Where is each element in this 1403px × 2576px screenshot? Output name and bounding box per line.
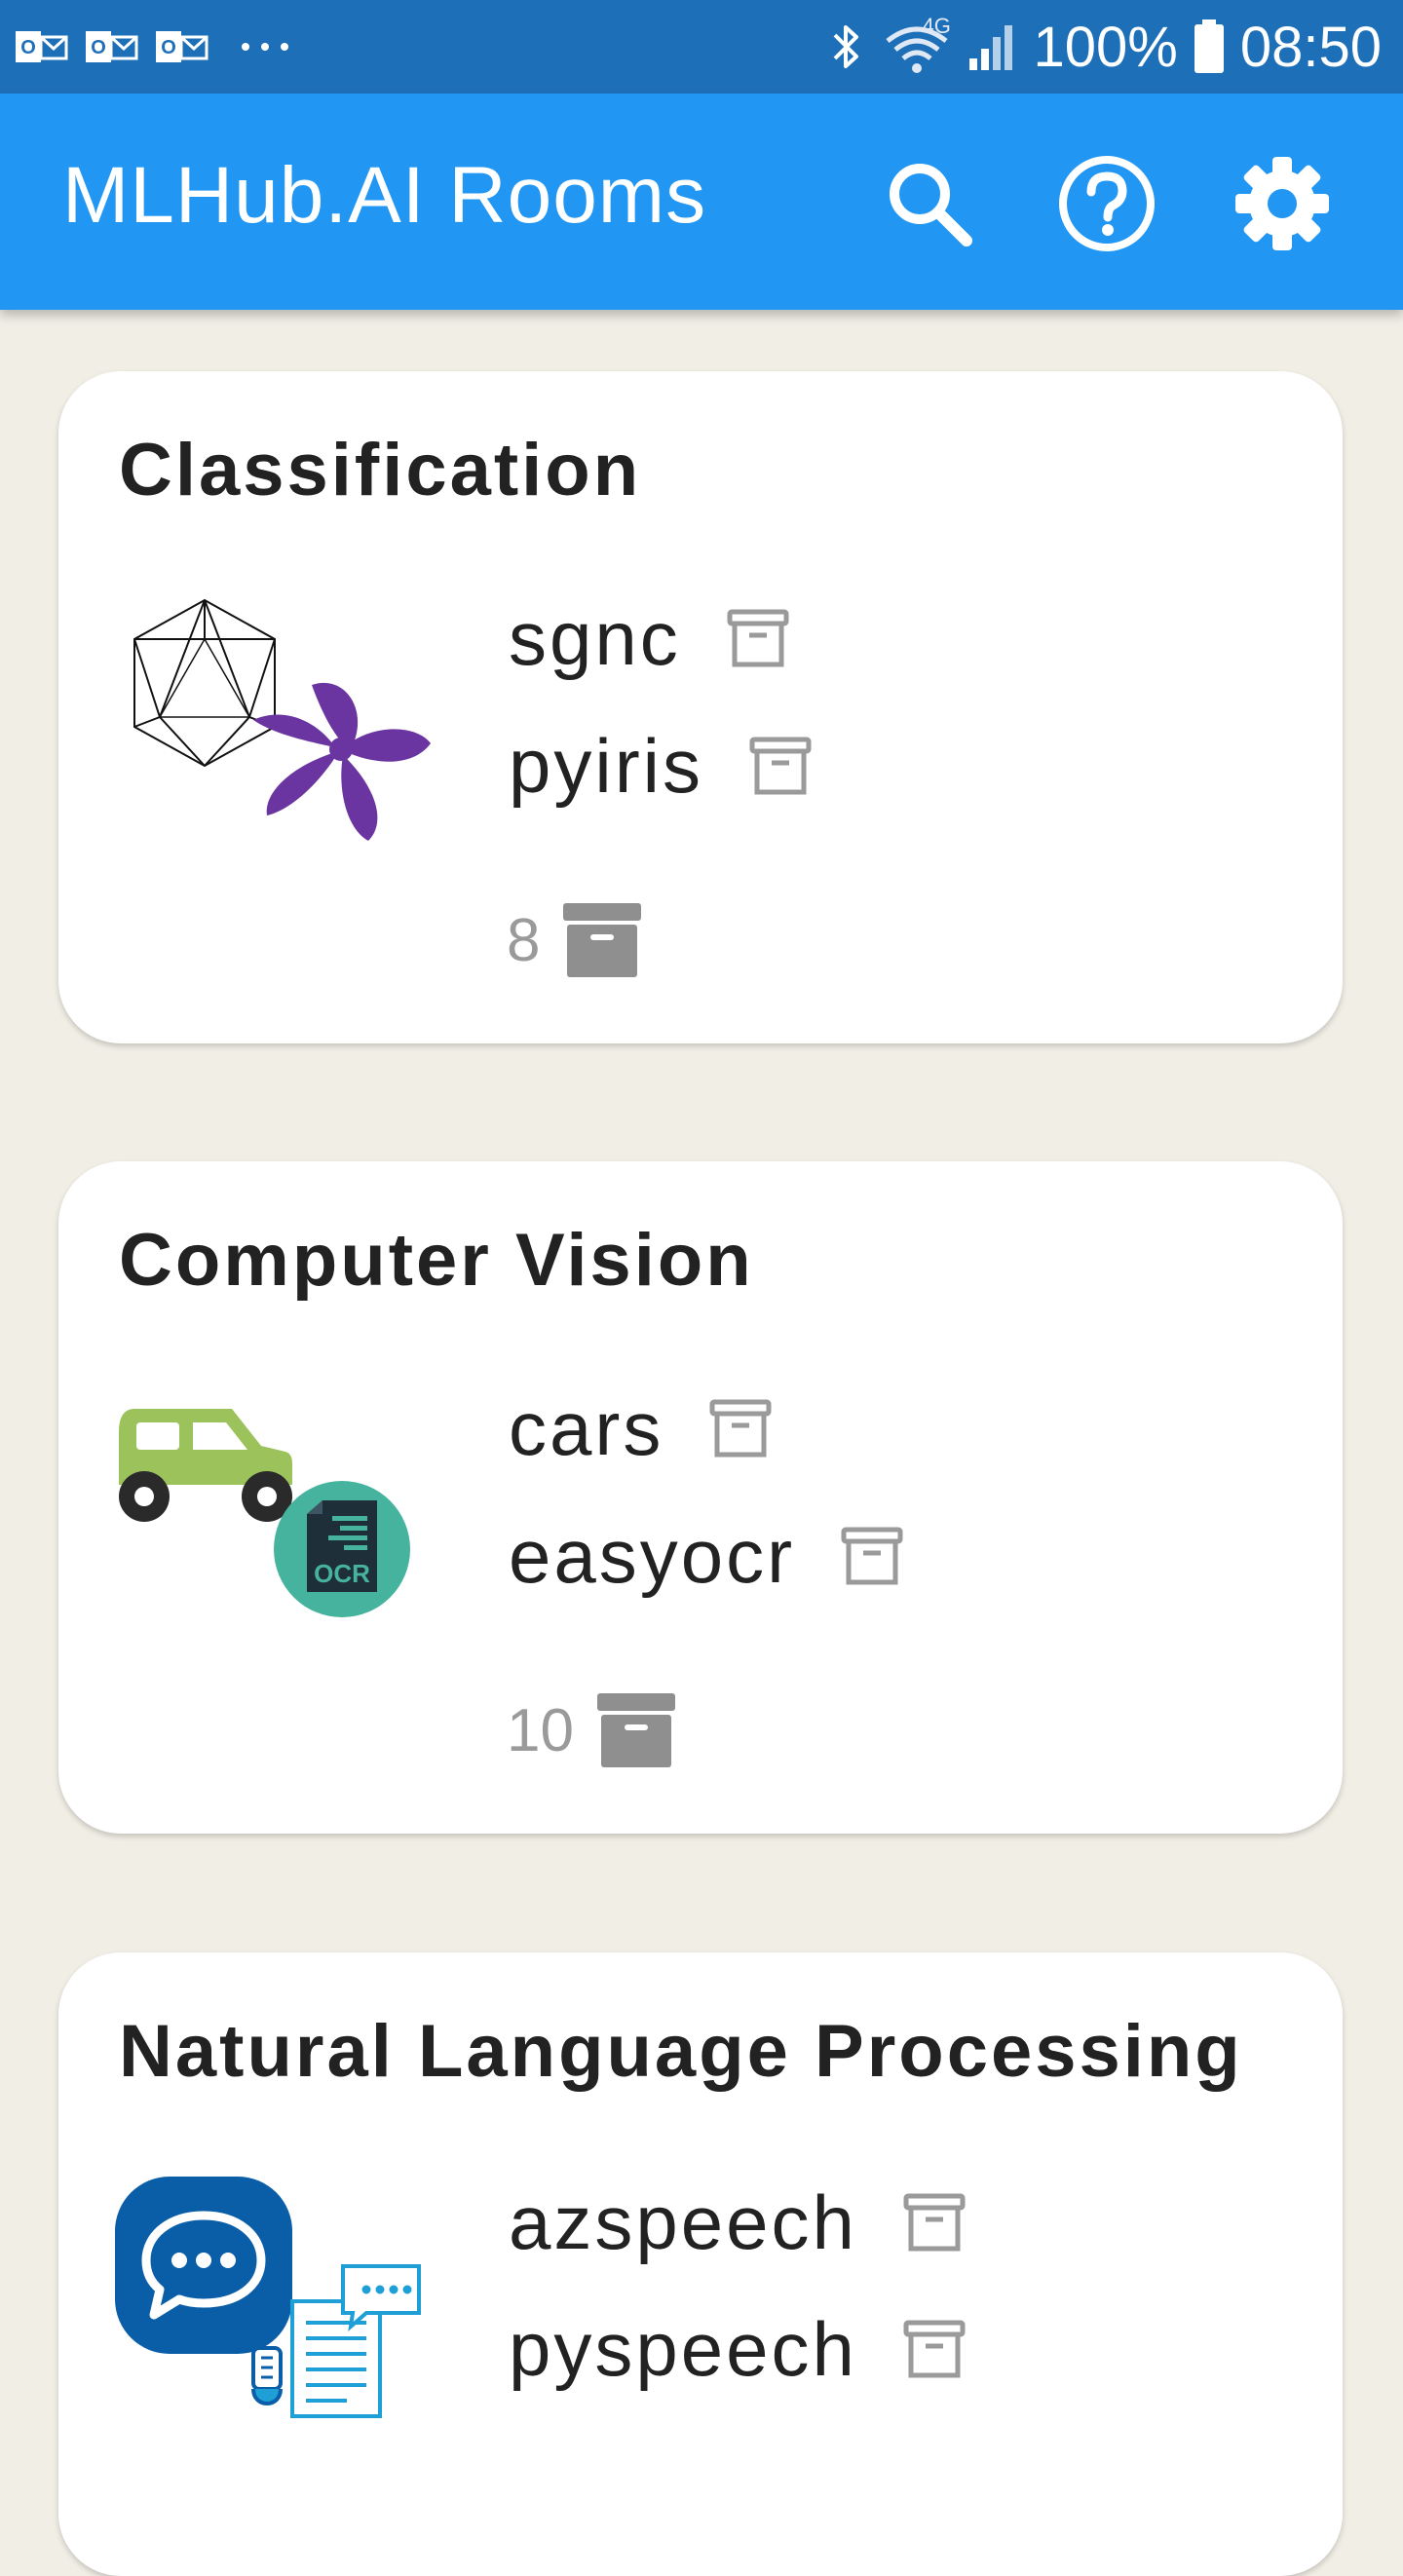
app-bar: MLHub.AI Rooms	[0, 94, 1403, 310]
archive-outline-icon	[902, 2319, 967, 2379]
svg-text:O: O	[91, 37, 106, 58]
app-count: 8	[507, 906, 541, 974]
archive-filled-icon	[563, 903, 642, 977]
archive-outline-icon	[902, 2192, 967, 2253]
speech-document-icon	[249, 2262, 425, 2428]
app-name: easyocr	[509, 1512, 796, 1599]
room-title: Classification	[119, 429, 642, 511]
battery-percent: 100%	[1033, 15, 1178, 79]
status-bar: O O O 4G 100% 08:50	[0, 0, 1403, 94]
room-image-computer-vision: OCR	[115, 1403, 446, 1656]
system-status: 4G 100% 08:50	[827, 14, 1382, 80]
search-button[interactable]	[876, 150, 983, 257]
svg-text:O: O	[20, 37, 36, 58]
app-item-pyspeech[interactable]: pyspeech	[509, 2295, 967, 2403]
archive-outline-icon	[748, 736, 813, 796]
app-item-easyocr[interactable]: easyocr	[509, 1502, 904, 1610]
help-icon	[1056, 153, 1157, 254]
archive-filled-icon	[596, 1693, 675, 1767]
room-footer: 8	[507, 903, 642, 977]
iris-flower-icon	[253, 673, 438, 849]
room-title: Computer Vision	[119, 1219, 754, 1302]
room-card-natural-language-processing[interactable]: Natural Language Processing azspeech pys…	[58, 1952, 1343, 2576]
app-item-cars[interactable]: cars	[509, 1375, 773, 1482]
ocr-icon: OCR	[274, 1481, 410, 1617]
notification-icons: O O O	[14, 21, 292, 72]
room-image-nlp	[115, 2177, 446, 2430]
outlook-icon: O	[14, 25, 68, 68]
archive-outline-icon	[726, 608, 790, 668]
settings-button[interactable]	[1229, 150, 1336, 257]
app-item-azspeech[interactable]: azspeech	[509, 2169, 967, 2276]
app-name: pyiris	[509, 722, 704, 809]
room-card-computer-vision[interactable]: Computer Vision OCR cars easyocr 10	[58, 1161, 1343, 1834]
room-image-classification	[127, 595, 458, 849]
app-count: 10	[507, 1696, 574, 1764]
archive-outline-icon	[708, 1398, 773, 1458]
network-type-label: 4G	[922, 14, 951, 38]
app-item-sgnc[interactable]: sgnc	[509, 585, 790, 692]
room-footer: 10	[507, 1693, 675, 1767]
app-name: cars	[509, 1384, 664, 1471]
battery-icon	[1194, 19, 1225, 75]
clock: 08:50	[1239, 15, 1382, 79]
help-button[interactable]	[1053, 150, 1160, 257]
settings-icon	[1232, 153, 1333, 254]
app-name: pyspeech	[509, 2305, 857, 2392]
room-title: Natural Language Processing	[119, 2010, 1243, 2093]
search-icon	[881, 155, 978, 252]
outlook-icon: O	[84, 25, 138, 68]
svg-text:OCR: OCR	[314, 1559, 370, 1588]
bluetooth-icon	[827, 19, 866, 74]
wifi-icon: 4G	[882, 14, 952, 76]
more-dots-icon	[238, 37, 292, 57]
svg-text:O: O	[161, 37, 176, 58]
app-name: azspeech	[509, 2178, 857, 2265]
signal-icon	[967, 21, 1018, 72]
car-icon	[115, 1403, 300, 1530]
app-name: sgnc	[509, 594, 681, 681]
app-item-pyiris[interactable]: pyiris	[509, 712, 813, 819]
archive-outline-icon	[840, 1526, 904, 1586]
app-title: MLHub.AI Rooms	[62, 151, 707, 240]
room-card-classification[interactable]: Classification sgnc pyiris 8	[58, 371, 1343, 1043]
outlook-icon: O	[154, 25, 209, 68]
